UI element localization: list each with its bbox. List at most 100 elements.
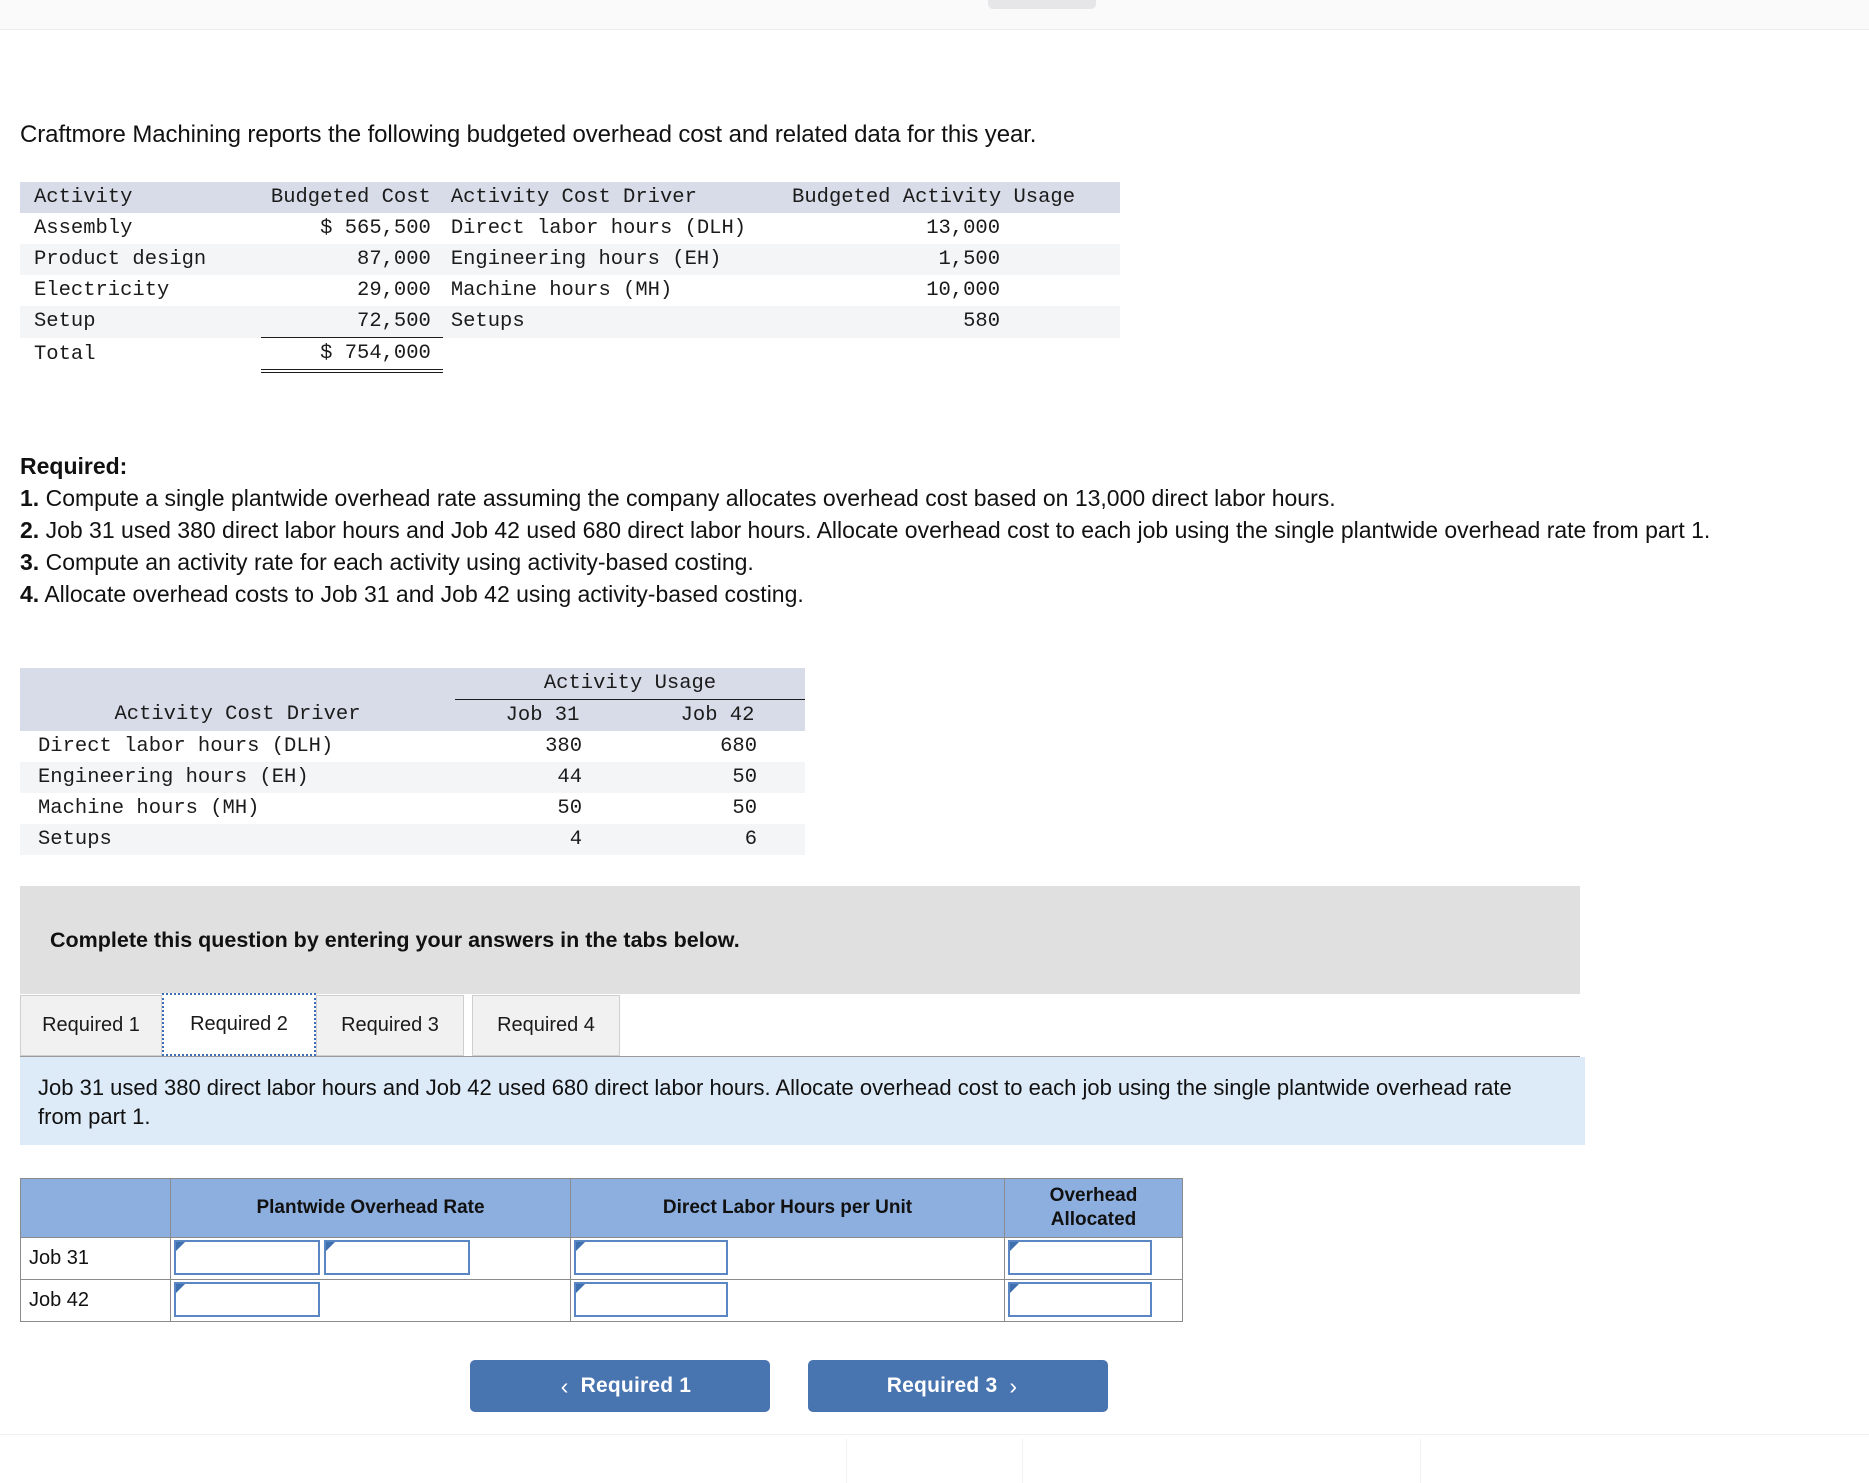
table-header-row: Activity Budgeted Cost Activity Cost Dri… [20, 182, 1120, 213]
next-requirement-button[interactable]: Required 3 › [808, 1360, 1108, 1412]
required-item-1: 1. Compute a single plantwide overhead r… [20, 485, 1336, 511]
required-heading: Required: [20, 453, 128, 479]
table-row: Setups 4 6 [20, 823, 805, 855]
input-overhead-allocated-job42[interactable] [1008, 1282, 1152, 1317]
cell-total-label: Total [34, 342, 96, 366]
browser-tab-stub[interactable] [988, 0, 1096, 9]
required-block: Required: 1. Compute a single plantwide … [20, 450, 1720, 610]
chrome-divider [1022, 1439, 1023, 1483]
cell-activity: Assembly [34, 217, 133, 240]
table-total-row: Total $ 754,000 [20, 337, 1120, 373]
prev-requirement-button[interactable]: ‹ Required 1 [470, 1360, 770, 1412]
cell-plantwide-rate-job42 [170, 1279, 571, 1322]
cell-activity: Electricity [34, 279, 170, 302]
tab-label: Required 4 [497, 1014, 595, 1036]
cell-job42-usage: 680 [720, 734, 757, 758]
intro-text: Craftmore Machining reports the followin… [20, 121, 1037, 148]
cell-cost-driver: Direct labor hours (DLH) [450, 217, 747, 240]
cell-job31-usage: 380 [545, 734, 582, 758]
table-row: Machine hours (MH) 50 50 [20, 793, 805, 824]
input-plantwide-rate-a-job42[interactable] [174, 1282, 320, 1317]
budgeted-overhead-table: Activity Budgeted Cost Activity Cost Dri… [20, 182, 1120, 373]
input-plantwide-rate-b-job31[interactable] [324, 1240, 470, 1275]
cell-budgeted-cost: 29,000 [357, 279, 431, 302]
cell-total-cost: $ 754,000 [260, 337, 443, 373]
tab-required-1[interactable]: Required 1 [20, 995, 162, 1056]
input-dlh-per-unit-job42[interactable] [574, 1282, 728, 1317]
cell-activity: Product design [34, 248, 207, 271]
col-header-cost-driver: Activity Cost Driver [450, 186, 697, 209]
tab-required-3[interactable]: Required 3 [316, 995, 464, 1056]
cell-job42-usage: 50 [732, 796, 757, 820]
row-label-job-31: Job 31 [20, 1237, 171, 1280]
table-header-row: Activity Cost Driver Job 31 Job 42 [20, 699, 805, 731]
table-span-header-row: Activity Usage [20, 668, 805, 700]
required-item-4: 4. Allocate overhead costs to Job 31 and… [20, 581, 804, 607]
cell-budgeted-cost: $ 565,500 [320, 217, 431, 240]
input-plantwide-rate-a-job31[interactable] [174, 1240, 320, 1275]
col-header-activity-usage: Budgeted Activity Usage [792, 186, 1075, 209]
cell-cost-driver: Setups [38, 827, 112, 851]
requirement-tabbar: Required 1 Required 2 Required 3 Require… [20, 993, 1580, 1057]
cell-job42-usage: 6 [744, 827, 757, 851]
col-header-direct-labor-hours-per-unit: Direct Labor Hours per Unit [570, 1178, 1005, 1238]
col-header-job-31: Job 31 [505, 703, 580, 727]
cell-activity: Setup [34, 310, 96, 334]
table-row: Direct labor hours (DLH) 380 680 [20, 731, 805, 762]
cell-usage: 1,500 [938, 248, 1000, 271]
cell-dlh-per-unit-job31 [570, 1237, 1005, 1280]
table-row: Electricity 29,000 Machine hours (MH) 10… [20, 275, 1120, 306]
row-label-job-42: Job 42 [20, 1279, 171, 1322]
col-header-activity: Activity [34, 186, 133, 209]
answer-row-job-31: Job 31 [20, 1237, 1183, 1280]
chevron-left-icon: ‹ [560, 1372, 569, 1399]
cell-job31-usage: 50 [557, 796, 582, 820]
col-header-overhead-allocated: Overhead Allocated [1004, 1178, 1183, 1238]
tab-label: Required 2 [190, 1013, 288, 1035]
chrome-divider [846, 1439, 847, 1483]
col-header-plantwide-overhead-rate: Plantwide Overhead Rate [170, 1178, 571, 1238]
tab-required-2[interactable]: Required 2 [162, 993, 316, 1056]
cell-empty [756, 338, 1120, 372]
cell-plantwide-rate-job31 [170, 1237, 571, 1280]
cell-usage: 13,000 [926, 217, 1000, 240]
cell-usage: 580 [963, 310, 1000, 334]
header-line-1: Overhead [1049, 1185, 1138, 1206]
header-line-2: Allocated [1050, 1209, 1137, 1230]
question-page: Craftmore Machining reports the followin… [0, 30, 1869, 1435]
banner-text: Complete this question by entering your … [50, 927, 740, 952]
table-row: Engineering hours (EH) 44 50 [20, 761, 805, 793]
cell-overhead-allocated-job42 [1004, 1279, 1183, 1322]
cell-cost-driver: Machine hours (MH) [450, 279, 673, 302]
col-header-activity-usage: Activity Usage [455, 668, 805, 700]
browser-chrome-top [0, 0, 1869, 30]
answer-row-job-42: Job 42 [20, 1279, 1183, 1322]
required-item-2: 2. Job 31 used 380 direct labor hours an… [20, 517, 1711, 543]
answer-input-table: Plantwide Overhead Rate Direct Labor Hou… [20, 1178, 1183, 1322]
input-dlh-per-unit-job31[interactable] [574, 1240, 728, 1275]
chevron-right-icon: › [1009, 1372, 1018, 1399]
browser-chrome-bottom [0, 1434, 1869, 1483]
tab-instruction-panel: Job 31 used 380 direct labor hours and J… [20, 1057, 1585, 1145]
cell-cost-driver: Direct labor hours (DLH) [38, 734, 334, 758]
tab-label: Required 1 [42, 1014, 140, 1036]
col-header-cost-driver: Activity Cost Driver [114, 703, 361, 727]
cell-cost-driver: Machine hours (MH) [38, 796, 260, 820]
next-button-label: Required 3 [886, 1374, 998, 1397]
table-row: Assembly $ 565,500 Direct labor hours (D… [20, 213, 1120, 244]
cell-cost-driver: Engineering hours (EH) [450, 248, 722, 271]
tab-required-4[interactable]: Required 4 [472, 995, 620, 1056]
col-header-blank [20, 1178, 171, 1238]
activity-usage-table: Activity Usage Activity Cost Driver Job … [20, 668, 805, 855]
table-row: Setup 72,500 Setups 580 [20, 306, 1120, 338]
cell-job42-usage: 50 [732, 765, 757, 789]
col-header-budgeted-cost: Budgeted Cost [270, 186, 431, 209]
tab-label: Required 3 [341, 1014, 439, 1036]
answer-header-row: Plantwide Overhead Rate Direct Labor Hou… [20, 1178, 1183, 1238]
cell-empty [443, 338, 756, 372]
input-overhead-allocated-job31[interactable] [1008, 1240, 1152, 1275]
col-header-job-42: Job 42 [680, 703, 755, 727]
prev-button-label: Required 1 [580, 1374, 692, 1397]
cell-overhead-allocated-job31 [1004, 1237, 1183, 1280]
cell-budgeted-cost: 87,000 [357, 248, 431, 271]
